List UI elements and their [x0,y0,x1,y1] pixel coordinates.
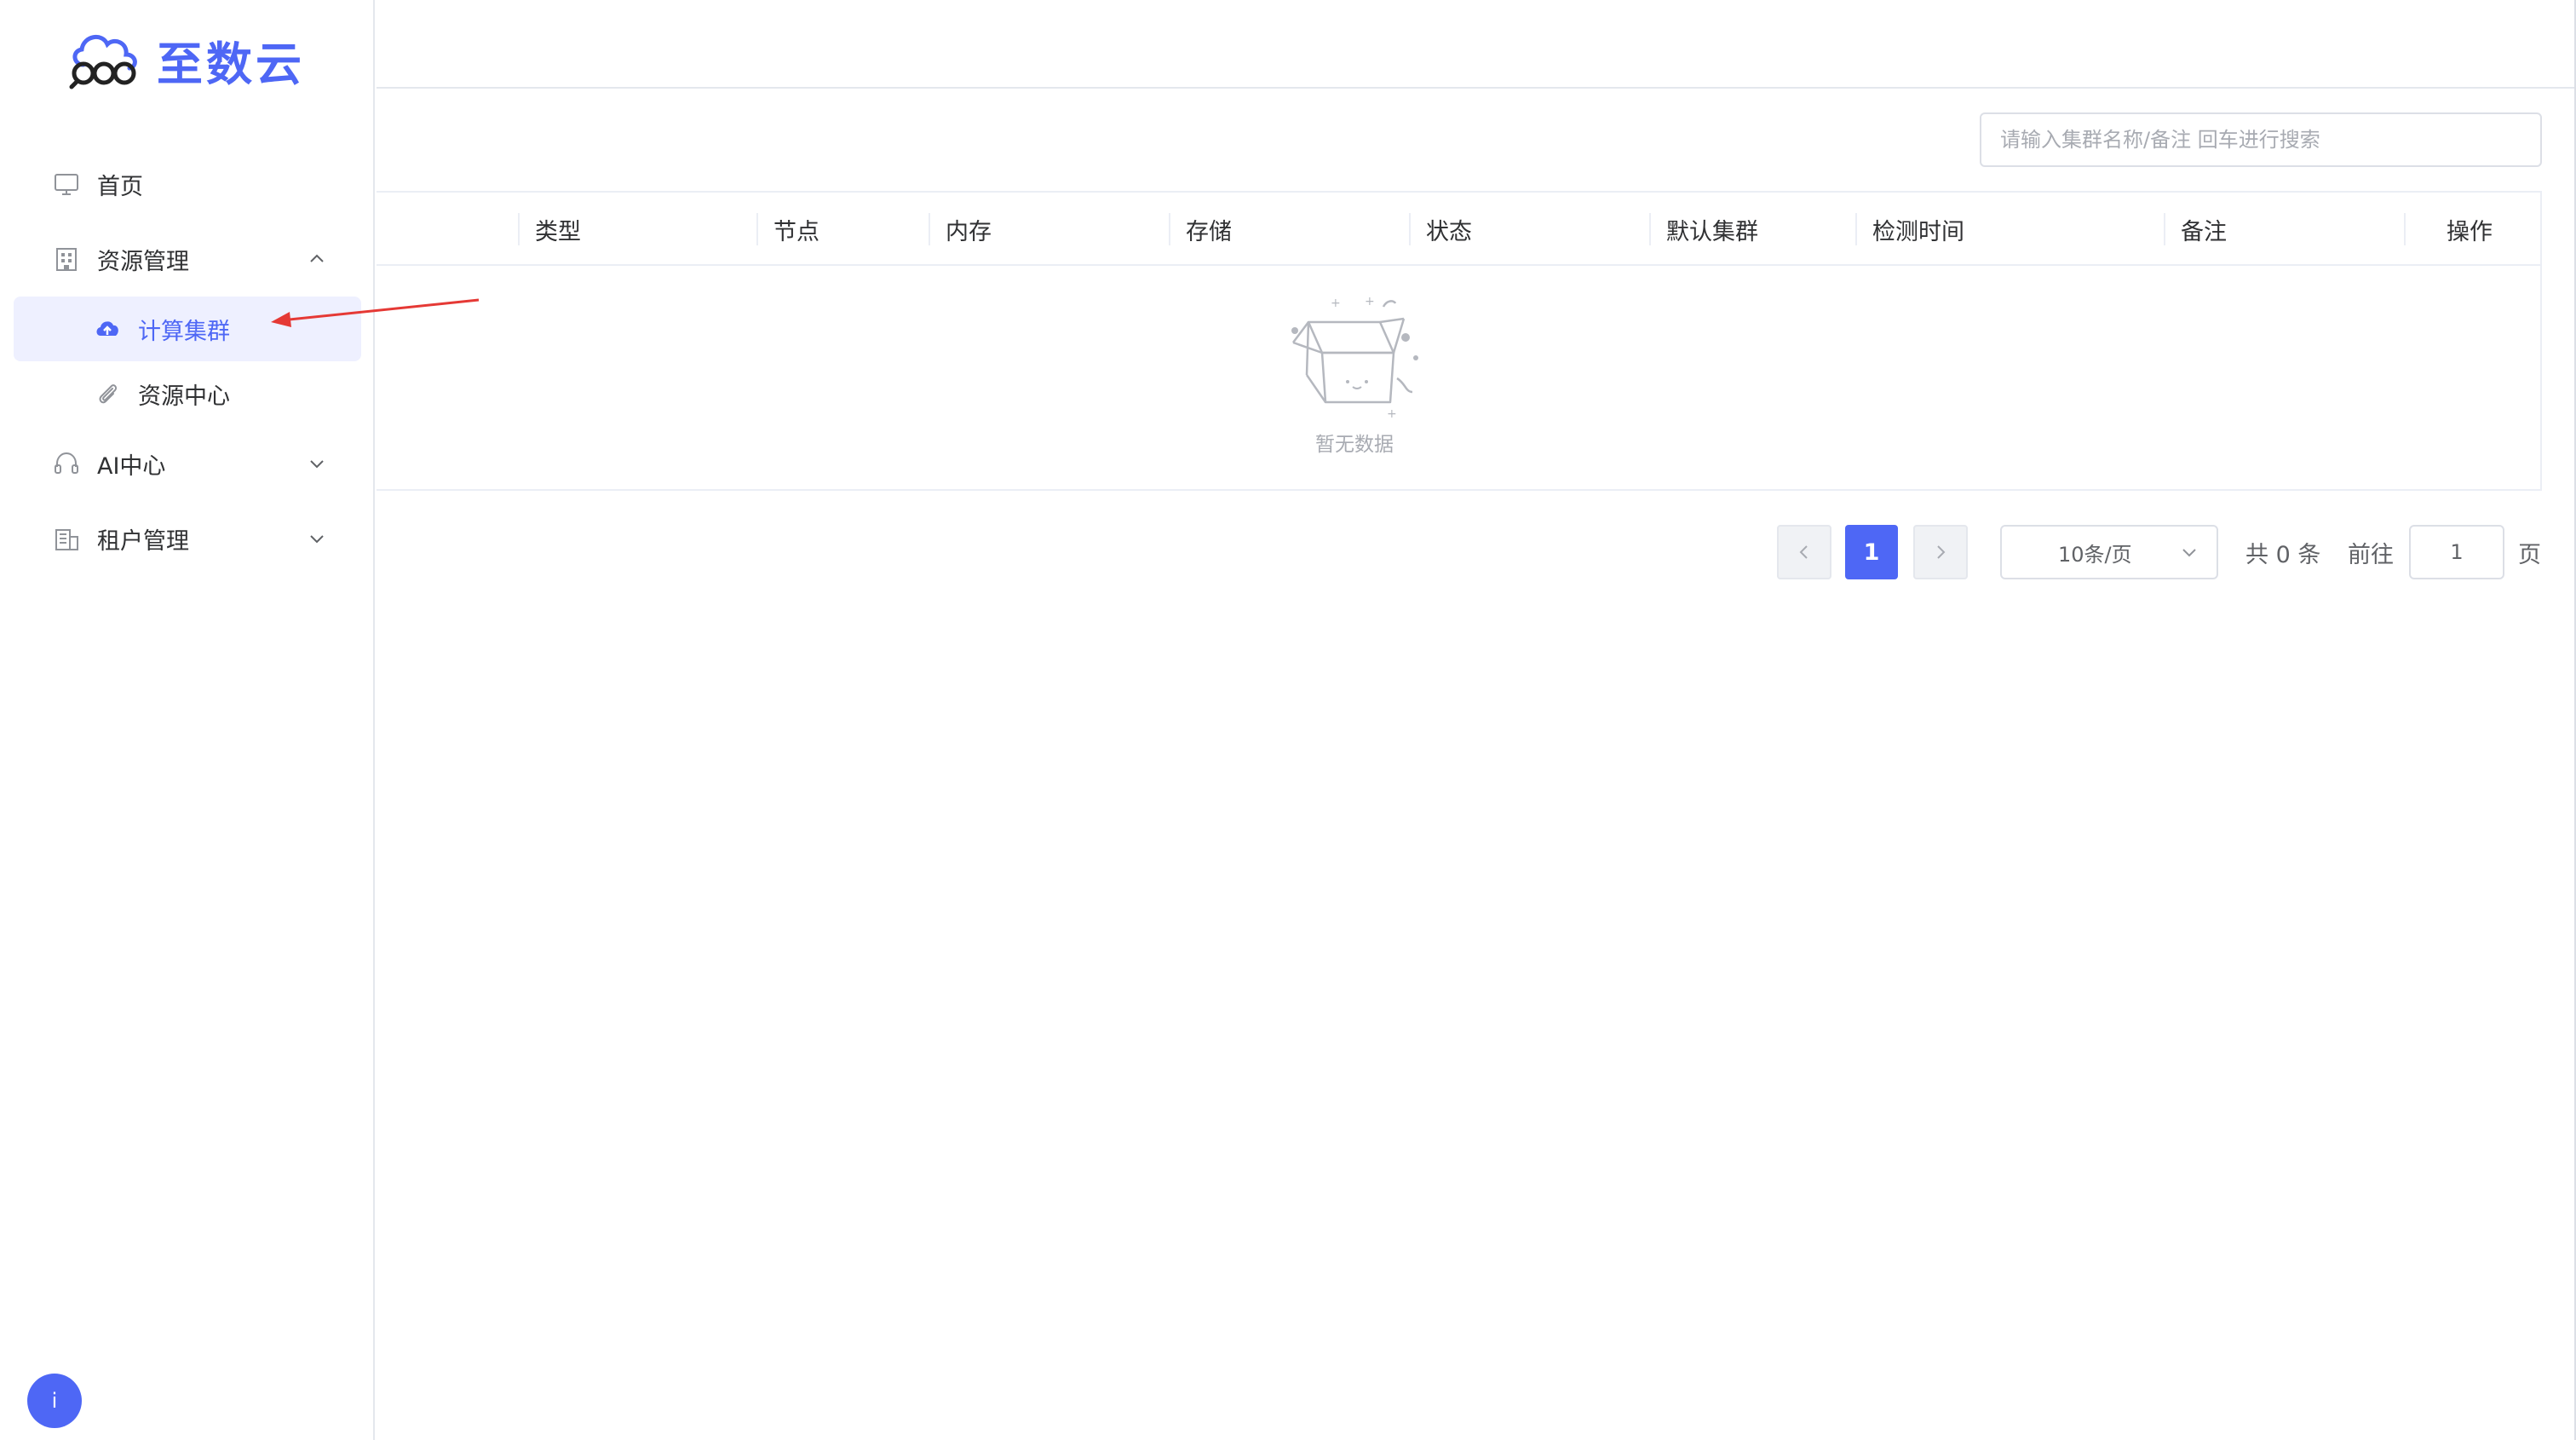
page-number-current[interactable]: 1 [1845,525,1898,579]
sidebar-item-resource-management[interactable]: 资源管理 [14,227,361,291]
cloud-upload-icon [96,321,118,336]
sidebar-item-label: 资源中心 [138,383,230,410]
column-divider [1409,213,1411,245]
column-header-memory[interactable]: 内存 [946,193,992,266]
column-divider [1855,213,1857,245]
cluster-table: 类型 节点 内存 存储 状态 默认集群 检测时间 备注 操作 [377,191,2542,491]
column-divider [929,213,930,245]
headset-icon [55,452,78,474]
column-header-storage[interactable]: 存储 [1186,193,1232,266]
chevron-down-icon [310,460,324,469]
next-page-button[interactable] [1913,525,1968,579]
sidebar-item-label: 租户管理 [97,527,189,555]
chevron-up-icon [310,254,324,262]
sidebar: 至数云 首页 资源管理 计算集群 资源中心 AI中心 租户管理 [0,0,375,1440]
column-divider [1649,213,1651,245]
sidebar-item-ai-center[interactable]: AI中心 [14,431,361,496]
sidebar-item-label: 首页 [97,173,143,200]
column-header-remark[interactable]: 备注 [2181,193,2227,266]
chevron-down-icon [310,535,324,544]
pagination-page-label: 页 [2518,541,2541,568]
column-divider [2164,213,2165,245]
empty-box-icon: + + + [1291,295,1418,421]
svg-text:+: + [1387,407,1397,421]
chevron-down-icon [2182,549,2196,557]
page-size-value: 10条/页 [2058,542,2132,567]
table-header: 类型 节点 内存 存储 状态 默认集群 检测时间 备注 操作 [377,193,2540,266]
pagination-goto-label: 前往 [2348,541,2394,568]
prev-page-button[interactable] [1777,525,1831,579]
logo-text: 至数云 [157,37,305,91]
pagination-total: 共 0 条 [2245,541,2321,568]
building-icon [56,248,77,271]
column-header-type[interactable]: 类型 [535,193,581,266]
top-header [377,0,2576,89]
svg-text:+: + [1365,295,1375,308]
column-header-check-time[interactable]: 检测时间 [1872,193,1964,266]
cloud-logo-icon [69,35,137,89]
column-divider [2404,213,2406,245]
page-size-select[interactable]: 10条/页 [2000,525,2218,579]
sidebar-item-home[interactable]: 首页 [14,152,361,216]
help-float-button[interactable]: i [27,1374,82,1428]
column-header-status[interactable]: 状态 [1426,193,1472,266]
cluster-search-input[interactable] [1980,112,2542,167]
empty-state-text: 暂无数据 [1315,434,1394,456]
column-header-default-cluster[interactable]: 默认集群 [1666,193,1758,266]
svg-text:+: + [1331,297,1341,310]
column-divider [518,213,520,245]
column-header-node[interactable]: 节点 [773,193,819,266]
office-icon [55,529,78,550]
monitor-icon [55,174,78,195]
column-divider [1169,213,1170,245]
column-header-actions: 操作 [2447,218,2493,245]
pagination-goto-input[interactable] [2409,525,2504,579]
annotation-arrow [271,298,480,327]
sidebar-item-resource-center[interactable]: 资源中心 [14,361,361,426]
sidebar-item-label: 资源管理 [97,248,189,275]
chevron-right-icon [1937,545,1946,559]
paperclip-icon [99,384,118,404]
column-divider [756,213,758,245]
chevron-left-icon [1799,545,1808,559]
logo[interactable]: 至数云 [65,26,305,94]
sidebar-item-label: 计算集群 [138,318,230,345]
help-float-label: i [51,1389,58,1413]
sidebar-item-label: AI中心 [97,452,166,480]
sidebar-item-tenant-management[interactable]: 租户管理 [14,506,361,571]
